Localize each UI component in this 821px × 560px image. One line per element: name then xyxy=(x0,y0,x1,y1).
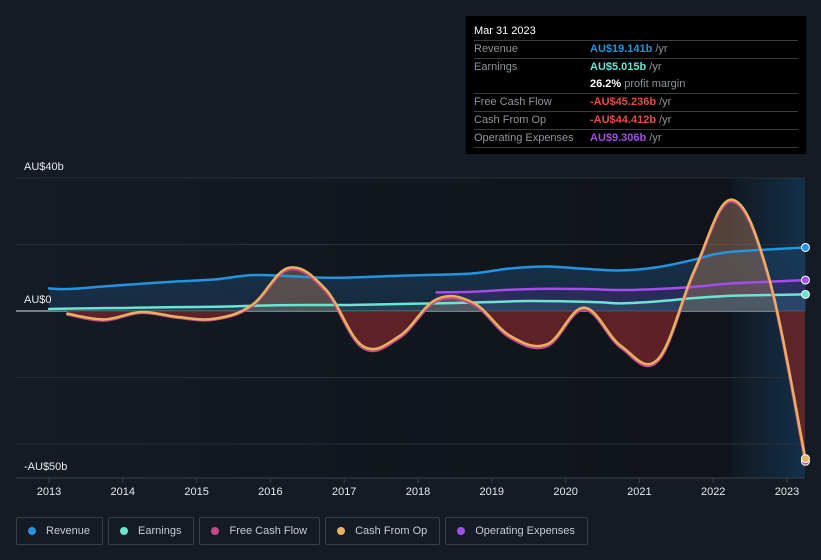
x-axis: 2013 2014 2015 2016 2017 2018 2019 2020 2021 2022… xyxy=(37,478,799,498)
tooltip-label: Cash From Op xyxy=(474,114,547,126)
tooltip-value: AU$9.306b xyxy=(590,132,647,144)
x-tick-label: 2021 xyxy=(627,486,651,498)
legend-item-operating-expenses[interactable]: Operating Expenses xyxy=(445,517,588,545)
tooltip-value: 26.2% xyxy=(590,78,622,90)
x-tick-label: 2018 xyxy=(406,486,430,498)
tooltip-label: Earnings xyxy=(474,61,518,73)
tooltip-row-revenue: Revenue AU$19.141b /yr xyxy=(474,41,798,59)
x-tick-label: 2013 xyxy=(37,486,61,498)
legend-label: Operating Expenses xyxy=(475,525,575,537)
data-tooltip: Mar 31 2023 Revenue AU$19.141b /yr Earni… xyxy=(466,16,806,154)
tooltip-row-cash-from-op: Cash From Op -AU$44.412b /yr xyxy=(474,112,798,130)
x-tick-label: 2014 xyxy=(111,486,135,498)
tooltip-unit: /yr xyxy=(649,132,662,144)
tooltip-unit: /yr xyxy=(649,61,662,73)
revenue-dot-icon xyxy=(28,527,36,535)
cash-from-op-dot-icon xyxy=(337,527,346,535)
x-tick-label: 2015 xyxy=(184,486,208,498)
x-tick-label: 2023 xyxy=(775,486,799,498)
tooltip-label xyxy=(474,76,590,93)
tooltip-unit: /yr xyxy=(655,43,668,55)
legend-item-revenue[interactable]: Revenue xyxy=(16,517,104,545)
cash-from-op-endpoint xyxy=(800,454,810,464)
revenue-endpoint xyxy=(800,242,810,252)
tooltip-value: AU$5.015b xyxy=(590,61,647,73)
legend-label: Revenue xyxy=(46,525,91,537)
operating-expenses-endpoint xyxy=(800,275,810,285)
y-tick-label: AU$40b xyxy=(24,161,64,173)
legend-item-earnings[interactable]: Earnings xyxy=(108,517,195,545)
free-cash-flow-dot-icon xyxy=(211,527,220,535)
earnings-dot-icon xyxy=(120,527,129,535)
y-tick-label: -AU$50b xyxy=(24,461,67,473)
tooltip-row-free-cash-flow: Free Cash Flow -AU$45.236b /yr xyxy=(474,94,798,112)
legend-item-cash-from-op[interactable]: Cash From Op xyxy=(325,517,441,545)
tooltip-label: Free Cash Flow xyxy=(474,96,552,108)
tooltip-value: -AU$44.412b xyxy=(590,114,657,126)
tooltip-label: Revenue xyxy=(474,43,519,55)
y-tick-label: AU$0 xyxy=(24,294,52,306)
tooltip-value: AU$19.141b xyxy=(590,43,653,55)
x-tick-label: 2022 xyxy=(701,486,725,498)
tooltip-value: -AU$45.236b xyxy=(590,96,657,108)
tooltip-row-earnings: Earnings AU$5.015b /yr xyxy=(474,59,798,76)
tooltip-row-operating-expenses: Operating Expenses AU$9.306b /yr xyxy=(474,130,798,148)
earnings-endpoint xyxy=(800,289,810,299)
tooltip-unit: /yr xyxy=(659,114,672,126)
chart-legend: Revenue Earnings Free Cash Flow Cash Fro… xyxy=(16,517,588,545)
x-tick-label: 2016 xyxy=(258,486,282,498)
x-tick-label: 2019 xyxy=(480,486,504,498)
tooltip-label: Operating Expenses xyxy=(474,132,574,144)
legend-label: Earnings xyxy=(138,525,182,537)
legend-label: Cash From Op xyxy=(355,525,428,537)
legend-item-free-cash-flow[interactable]: Free Cash Flow xyxy=(199,517,321,545)
operating-expenses-dot-icon xyxy=(457,527,466,535)
legend-label: Free Cash Flow xyxy=(229,525,308,537)
x-tick-label: 2020 xyxy=(553,486,577,498)
x-tick-label: 2017 xyxy=(332,486,356,498)
tooltip-date: Mar 31 2023 xyxy=(474,22,798,41)
tooltip-unit: /yr xyxy=(659,96,672,108)
tooltip-row-profit-margin: 26.2% profit margin xyxy=(474,76,798,94)
tooltip-unit: profit margin xyxy=(624,78,686,90)
